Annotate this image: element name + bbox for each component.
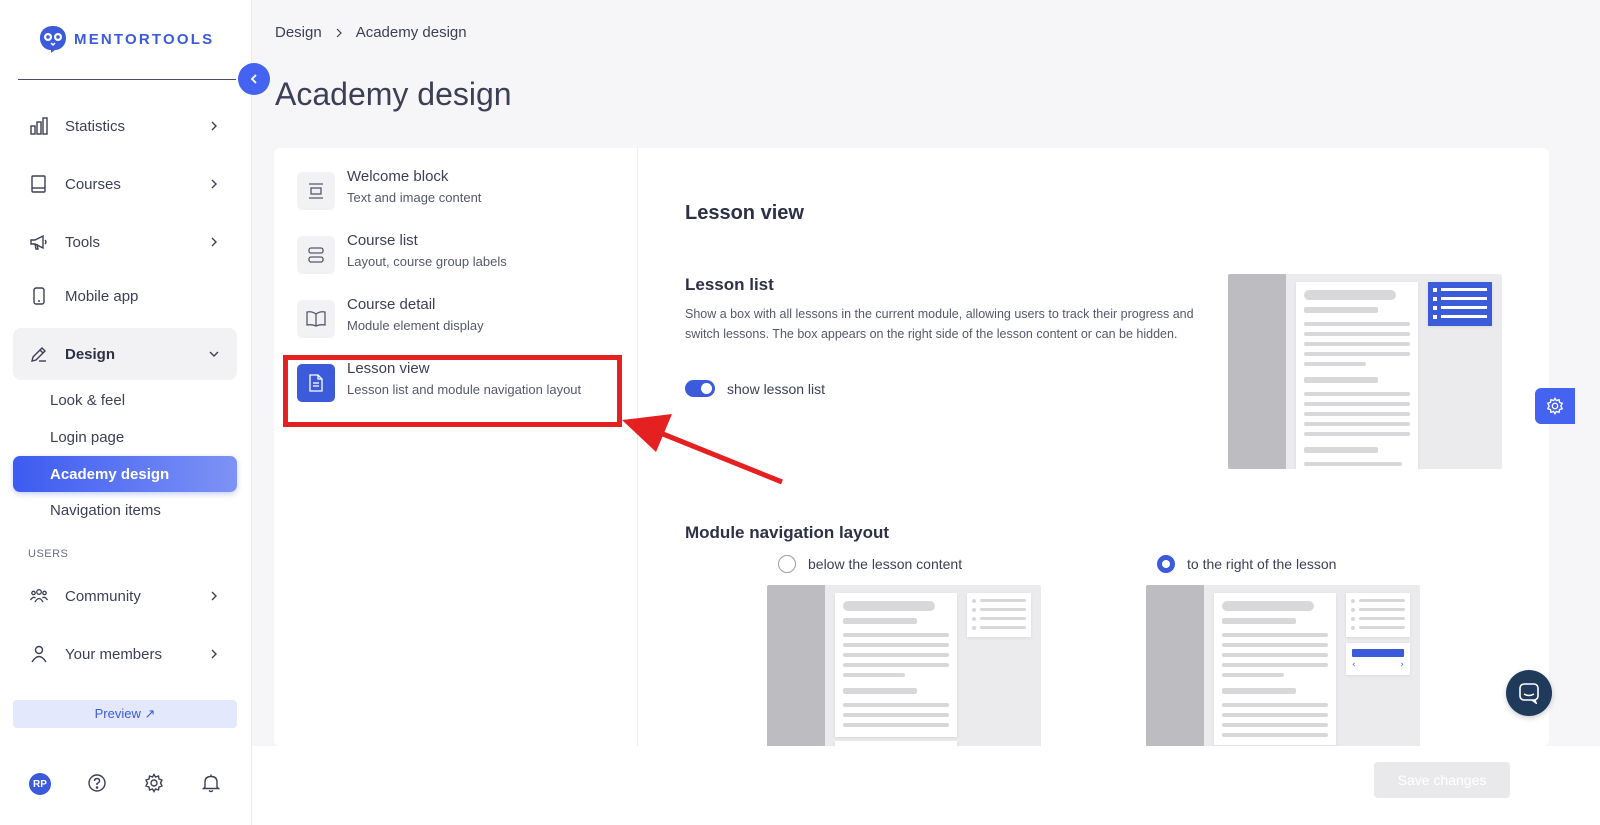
divider [18,79,236,80]
chevron-down-icon [209,351,219,357]
gear-icon [1546,397,1564,415]
radio-label: to the right of the lesson [1187,556,1337,572]
megaphone-icon [30,234,47,250]
sidebar-item-label: Design [65,345,116,363]
book-icon [31,175,46,193]
sidebar-item-design[interactable]: Design [13,328,237,380]
sidebar-item-mobile-app[interactable]: Mobile app [13,270,237,322]
sidebar-item-label: Your members [65,645,162,663]
radio-below-lesson-content[interactable]: below the lesson content [778,555,962,573]
sidebar-item-your-members[interactable]: Your members [13,628,237,680]
chevron-right-icon [211,591,217,601]
menu-item-subtitle: Layout, course group labels [347,254,507,269]
align-center-icon [297,172,335,210]
brand-name: MENTORTOOLS [74,30,215,48]
phone-icon [33,287,45,305]
lesson-list-description: Show a box with all lessons in the curre… [685,307,1194,341]
menu-item-title: Course detail [347,296,436,313]
settings-card: Welcome block Text and image content Cou… [274,148,1549,746]
lesson-list-title: Lesson list [685,275,774,294]
preview-button[interactable]: Preview ↗ [13,700,237,728]
chevron-right-icon [336,28,342,37]
people-icon [30,589,48,603]
bell-icon[interactable] [201,773,221,793]
module-navigation-title: Module navigation layout [685,523,890,542]
collapse-sidebar-button[interactable] [238,63,270,95]
help-icon[interactable] [87,773,107,793]
breadcrumb: Design Academy design [275,24,467,41]
chat-launcher-button[interactable] [1506,670,1552,716]
toggle-switch[interactable] [685,380,715,397]
sidebar-subitem-navigation-items[interactable]: Navigation items [13,492,237,528]
sidebar-subitem-look-feel[interactable]: Look & feel [13,382,237,418]
menu-item-lesson-view[interactable]: Lesson view Lesson list and module navig… [297,360,627,412]
section-title: Lesson view [685,202,804,224]
menu-item-title: Welcome block [347,168,449,185]
sidebar: MENTORTOOLS Statistics Courses Tools Mob… [0,0,252,825]
show-lesson-list-toggle[interactable]: show lesson list [685,380,825,397]
radio-right-of-lesson[interactable]: to the right of the lesson [1157,555,1336,573]
chevron-right-icon [211,121,217,131]
sidebar-footer: RP [0,766,252,802]
bar-chart-icon [30,117,48,135]
person-icon [31,645,47,663]
owl-logo-icon [40,26,66,53]
document-icon [297,364,335,402]
radio-button[interactable] [778,555,796,573]
breadcrumb-parent[interactable]: Design [275,24,322,41]
sidebar-item-statistics[interactable]: Statistics [13,100,237,152]
pencil-icon [31,347,46,362]
sidebar-item-tools[interactable]: Tools [13,216,237,268]
settings-icon[interactable] [144,773,164,793]
menu-item-subtitle: Lesson list and module navigation layout [347,382,582,397]
settings-fab[interactable] [1535,388,1575,424]
open-book-icon [297,300,335,338]
sidebar-item-courses[interactable]: Courses [13,158,237,210]
chevron-right-icon [211,237,217,247]
sidebar-item-label: Statistics [65,117,126,135]
save-changes-button[interactable]: Save changes [1374,762,1510,798]
sidebar-subitem-academy-design[interactable]: Academy design [13,456,237,492]
below-content-illustration [767,585,1041,746]
radio-label: below the lesson content [808,556,963,572]
sidebar-subitem-login-page[interactable]: Login page [13,419,237,455]
chevron-left-icon [250,74,257,84]
breadcrumb-current: Academy design [355,24,467,41]
page-title: Academy design [275,76,512,112]
menu-item-subtitle: Module element display [347,318,484,333]
avatar[interactable]: RP [29,773,51,795]
sidebar-item-label: Mobile app [65,287,139,305]
radio-button[interactable] [1157,555,1175,573]
users-section-label: USERS [28,548,69,560]
menu-item-title: Course list [347,232,418,249]
sidebar-item-label: Community [65,587,141,605]
menu-item-course-detail[interactable]: Course detail Module element display [297,296,627,348]
chevron-right-icon [211,649,217,659]
chevron-right-icon [211,179,217,189]
chat-icon [1519,683,1539,704]
sidebar-item-label: Tools [65,233,101,251]
stacked-rows-icon [297,236,335,274]
menu-item-subtitle: Text and image content [347,190,482,205]
lesson-list-illustration [1228,274,1502,469]
menu-item-welcome-block[interactable]: Welcome block Text and image content [297,168,627,220]
brand-logo[interactable]: MENTORTOOLS [38,24,214,54]
right-of-lesson-illustration: ‹ › [1146,585,1420,746]
menu-item-title: Lesson view [347,360,430,377]
settings-menu: Welcome block Text and image content Cou… [274,148,638,746]
sidebar-item-label: Courses [65,175,121,193]
lesson-view-settings: Lesson view Lesson list Show a box with … [638,148,1549,746]
menu-item-course-list[interactable]: Course list Layout, course group labels [297,232,627,284]
sidebar-item-community[interactable]: Community [13,570,237,622]
toggle-label: show lesson list [727,380,826,397]
